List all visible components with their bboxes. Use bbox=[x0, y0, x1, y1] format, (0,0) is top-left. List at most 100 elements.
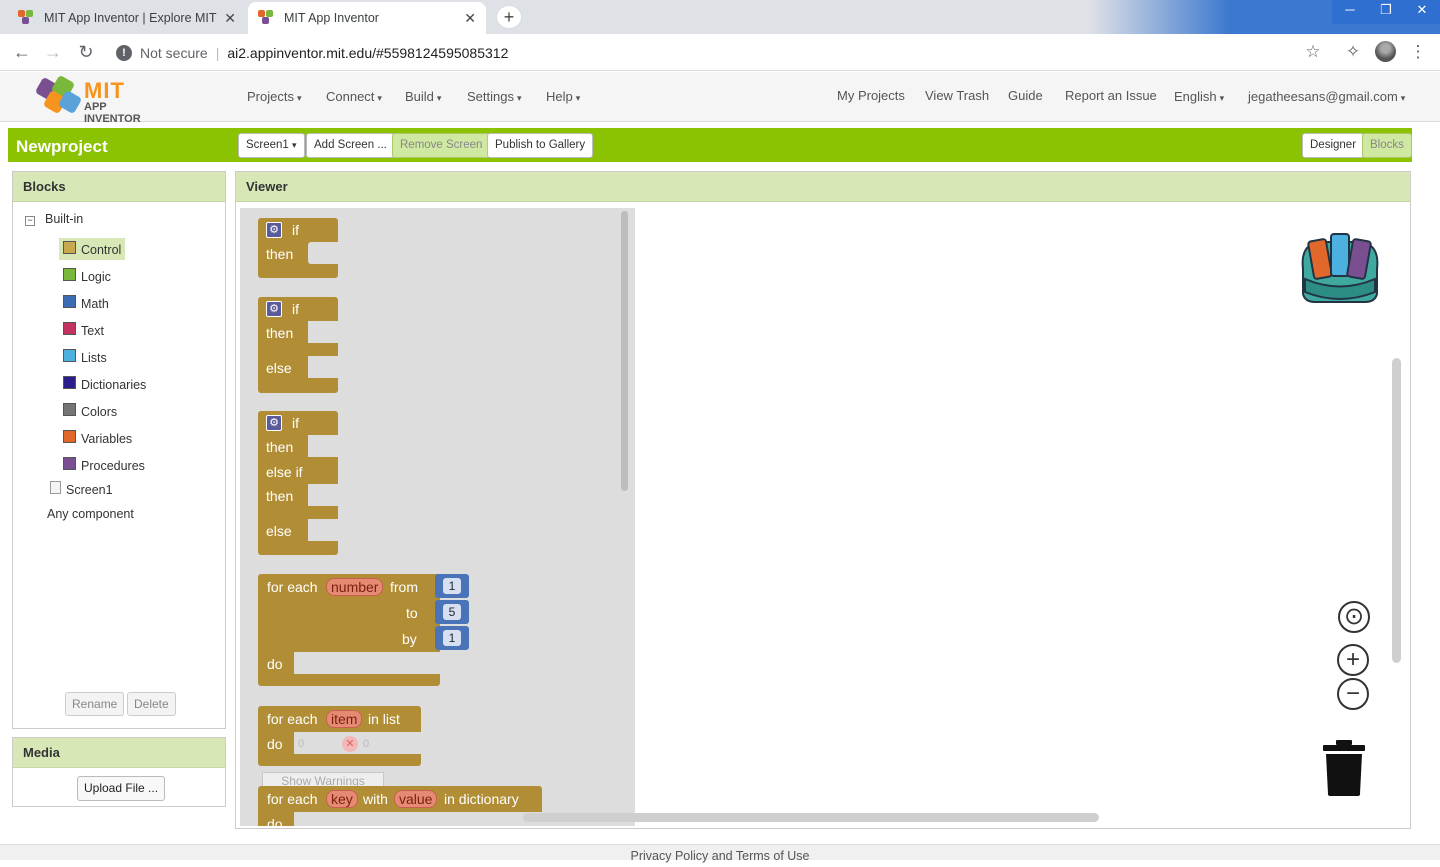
category-procedures[interactable]: Procedures bbox=[59, 454, 149, 476]
footer-privacy-link[interactable]: Privacy Policy and Terms of Use bbox=[0, 844, 1440, 863]
category-label: Procedures bbox=[81, 459, 145, 473]
category-lists[interactable]: Lists bbox=[59, 346, 111, 368]
close-window-icon[interactable]: ✕ bbox=[1404, 0, 1440, 24]
category-text[interactable]: Text bbox=[59, 319, 108, 341]
close-tab-icon[interactable]: ✕ bbox=[224, 10, 236, 27]
publish-gallery-button[interactable]: Publish to Gallery bbox=[487, 133, 594, 158]
errors-count: 0 bbox=[363, 738, 370, 750]
block-label-if: if bbox=[292, 301, 299, 317]
blocks-button[interactable]: Blocks bbox=[1362, 133, 1412, 158]
link-my-projects[interactable]: My Projects bbox=[837, 88, 905, 103]
block-label-then: then bbox=[266, 439, 294, 455]
block-if-then[interactable]: ⚙ if then bbox=[258, 218, 338, 278]
category-logic[interactable]: Logic bbox=[59, 265, 115, 287]
blocks-workspace[interactable]: ⚙ if then ⚙ if then else ⚙ if then else … bbox=[240, 208, 1404, 826]
link-report-issue[interactable]: Report an Issue bbox=[1065, 88, 1157, 103]
warning-icon[interactable]: ! bbox=[116, 45, 132, 61]
tab-title: MIT App Inventor | Explore MIT A bbox=[44, 11, 219, 25]
new-tab-button[interactable]: + bbox=[496, 5, 522, 29]
category-swatch bbox=[63, 456, 76, 470]
address-bar: ← → ↻ ! Not secure | ai2.appinventor.mit… bbox=[0, 34, 1440, 71]
menu-language[interactable]: English ▾ bbox=[1174, 89, 1224, 104]
category-variables[interactable]: Variables bbox=[59, 427, 136, 449]
block-label-then: then bbox=[266, 488, 294, 504]
mutator-gear-icon[interactable]: ⚙ bbox=[266, 415, 282, 431]
recenter-icon[interactable]: ⊙ bbox=[1338, 601, 1370, 633]
delete-button[interactable]: Delete bbox=[127, 692, 176, 716]
block-for-each-dict[interactable]: for each key with value in dictionary do bbox=[258, 786, 542, 826]
remove-screen-button[interactable]: Remove Screen bbox=[392, 133, 491, 158]
reload-icon[interactable]: ↻ bbox=[75, 42, 97, 64]
maximize-icon[interactable]: ❐ bbox=[1368, 0, 1404, 24]
variable-number-pill[interactable]: number bbox=[326, 578, 384, 596]
tree-any-component[interactable]: Any component bbox=[47, 507, 134, 521]
mutator-gear-icon[interactable]: ⚙ bbox=[266, 222, 282, 238]
menu-projects[interactable]: Projects ▾ bbox=[247, 89, 302, 104]
extensions-icon[interactable]: ✧ bbox=[1343, 42, 1363, 62]
close-tab-icon[interactable]: ✕ bbox=[464, 10, 476, 27]
caret-down-icon: ▾ bbox=[1219, 93, 1225, 103]
variable-key-pill[interactable]: key bbox=[326, 790, 358, 808]
zoom-in-icon[interactable]: + bbox=[1337, 644, 1369, 676]
blocks-panel: Blocks − Built-in Control Logic Math Text Lis… bbox=[12, 171, 226, 729]
mit-app-inventor-logo[interactable]: MIT APP INVENTOR bbox=[34, 74, 164, 125]
number-value[interactable]: 5 bbox=[443, 604, 461, 620]
blocks-flyout[interactable]: ⚙ if then ⚙ if then else ⚙ if then else … bbox=[240, 208, 635, 826]
link-view-trash[interactable]: View Trash bbox=[925, 88, 989, 103]
menu-label: jegatheesans@gmail.com bbox=[1248, 89, 1398, 104]
back-icon[interactable]: ← bbox=[11, 42, 33, 64]
add-screen-button[interactable]: Add Screen ... bbox=[306, 133, 395, 158]
caret-down-icon: ▾ bbox=[377, 93, 382, 103]
block-if-elseif-else[interactable]: ⚙ if then else if then else bbox=[258, 411, 338, 555]
number-value[interactable]: 1 bbox=[443, 578, 461, 594]
profile-avatar[interactable] bbox=[1375, 41, 1396, 62]
variable-item-pill[interactable]: item bbox=[326, 710, 363, 728]
zoom-out-icon[interactable]: − bbox=[1337, 678, 1369, 710]
category-math[interactable]: Math bbox=[59, 292, 113, 314]
statement-slot bbox=[308, 435, 338, 457]
browser-menu-icon[interactable]: ⋮ bbox=[1408, 42, 1428, 62]
url-field[interactable]: ! Not secure | ai2.appinventor.mit.edu/#… bbox=[108, 39, 1333, 67]
workspace-horizontal-scrollbar[interactable] bbox=[523, 813, 1099, 822]
designer-button[interactable]: Designer bbox=[1302, 133, 1365, 158]
app-inventor-favicon bbox=[18, 10, 34, 26]
collapse-icon[interactable]: − bbox=[25, 216, 35, 226]
link-guide[interactable]: Guide bbox=[1008, 88, 1043, 103]
upload-file-button[interactable]: Upload File ... bbox=[77, 776, 166, 801]
menu-connect[interactable]: Connect ▾ bbox=[326, 89, 382, 104]
browser-tab-explore[interactable]: MIT App Inventor | Explore MIT A ✕ bbox=[8, 2, 246, 34]
block-if-then-else[interactable]: ⚙ if then else bbox=[258, 297, 338, 393]
security-label[interactable]: Not secure bbox=[140, 45, 208, 61]
variable-value-pill[interactable]: value bbox=[394, 790, 438, 808]
minimize-icon[interactable]: ─ bbox=[1332, 0, 1368, 24]
caret-down-icon: ▾ bbox=[575, 93, 581, 103]
number-value[interactable]: 1 bbox=[443, 630, 461, 646]
screen-select-button[interactable]: Screen1 ▾ bbox=[238, 133, 305, 158]
backpack-icon[interactable] bbox=[1295, 224, 1385, 304]
category-colors[interactable]: Colors bbox=[59, 400, 121, 422]
browser-tab-app-inventor[interactable]: MIT App Inventor ✕ bbox=[248, 2, 486, 34]
category-control[interactable]: Control bbox=[59, 238, 126, 260]
caret-down-icon: ▾ bbox=[292, 140, 297, 150]
menu-build[interactable]: Build ▾ bbox=[405, 89, 441, 104]
category-swatch bbox=[63, 294, 76, 308]
number-block-to[interactable]: 5 bbox=[435, 600, 469, 624]
trash-can-icon[interactable] bbox=[1323, 740, 1365, 796]
mutator-gear-icon[interactable]: ⚙ bbox=[266, 301, 282, 317]
url-text[interactable]: ai2.appinventor.mit.edu/#559812459508531… bbox=[227, 45, 508, 61]
number-block-by[interactable]: 1 bbox=[435, 626, 469, 650]
menu-settings[interactable]: Settings ▾ bbox=[467, 89, 522, 104]
block-for-range[interactable]: for each number from to by do bbox=[258, 574, 440, 686]
forward-icon[interactable]: → bbox=[42, 42, 64, 64]
statement-slot bbox=[294, 652, 440, 674]
bookmark-star-icon[interactable]: ☆ bbox=[1303, 42, 1323, 62]
flyout-scrollbar[interactable] bbox=[621, 211, 628, 491]
rename-button[interactable]: Rename bbox=[65, 692, 125, 716]
category-dictionaries[interactable]: Dictionaries bbox=[59, 373, 150, 395]
tree-screen1[interactable]: Screen1 bbox=[50, 480, 113, 497]
menu-account[interactable]: jegatheesans@gmail.com ▾ bbox=[1248, 89, 1405, 104]
number-block-from[interactable]: 1 bbox=[435, 574, 469, 598]
menu-help[interactable]: Help ▾ bbox=[546, 89, 580, 104]
workspace-vertical-scrollbar[interactable] bbox=[1392, 358, 1401, 663]
tree-built-in[interactable]: − Built-in bbox=[25, 212, 83, 226]
